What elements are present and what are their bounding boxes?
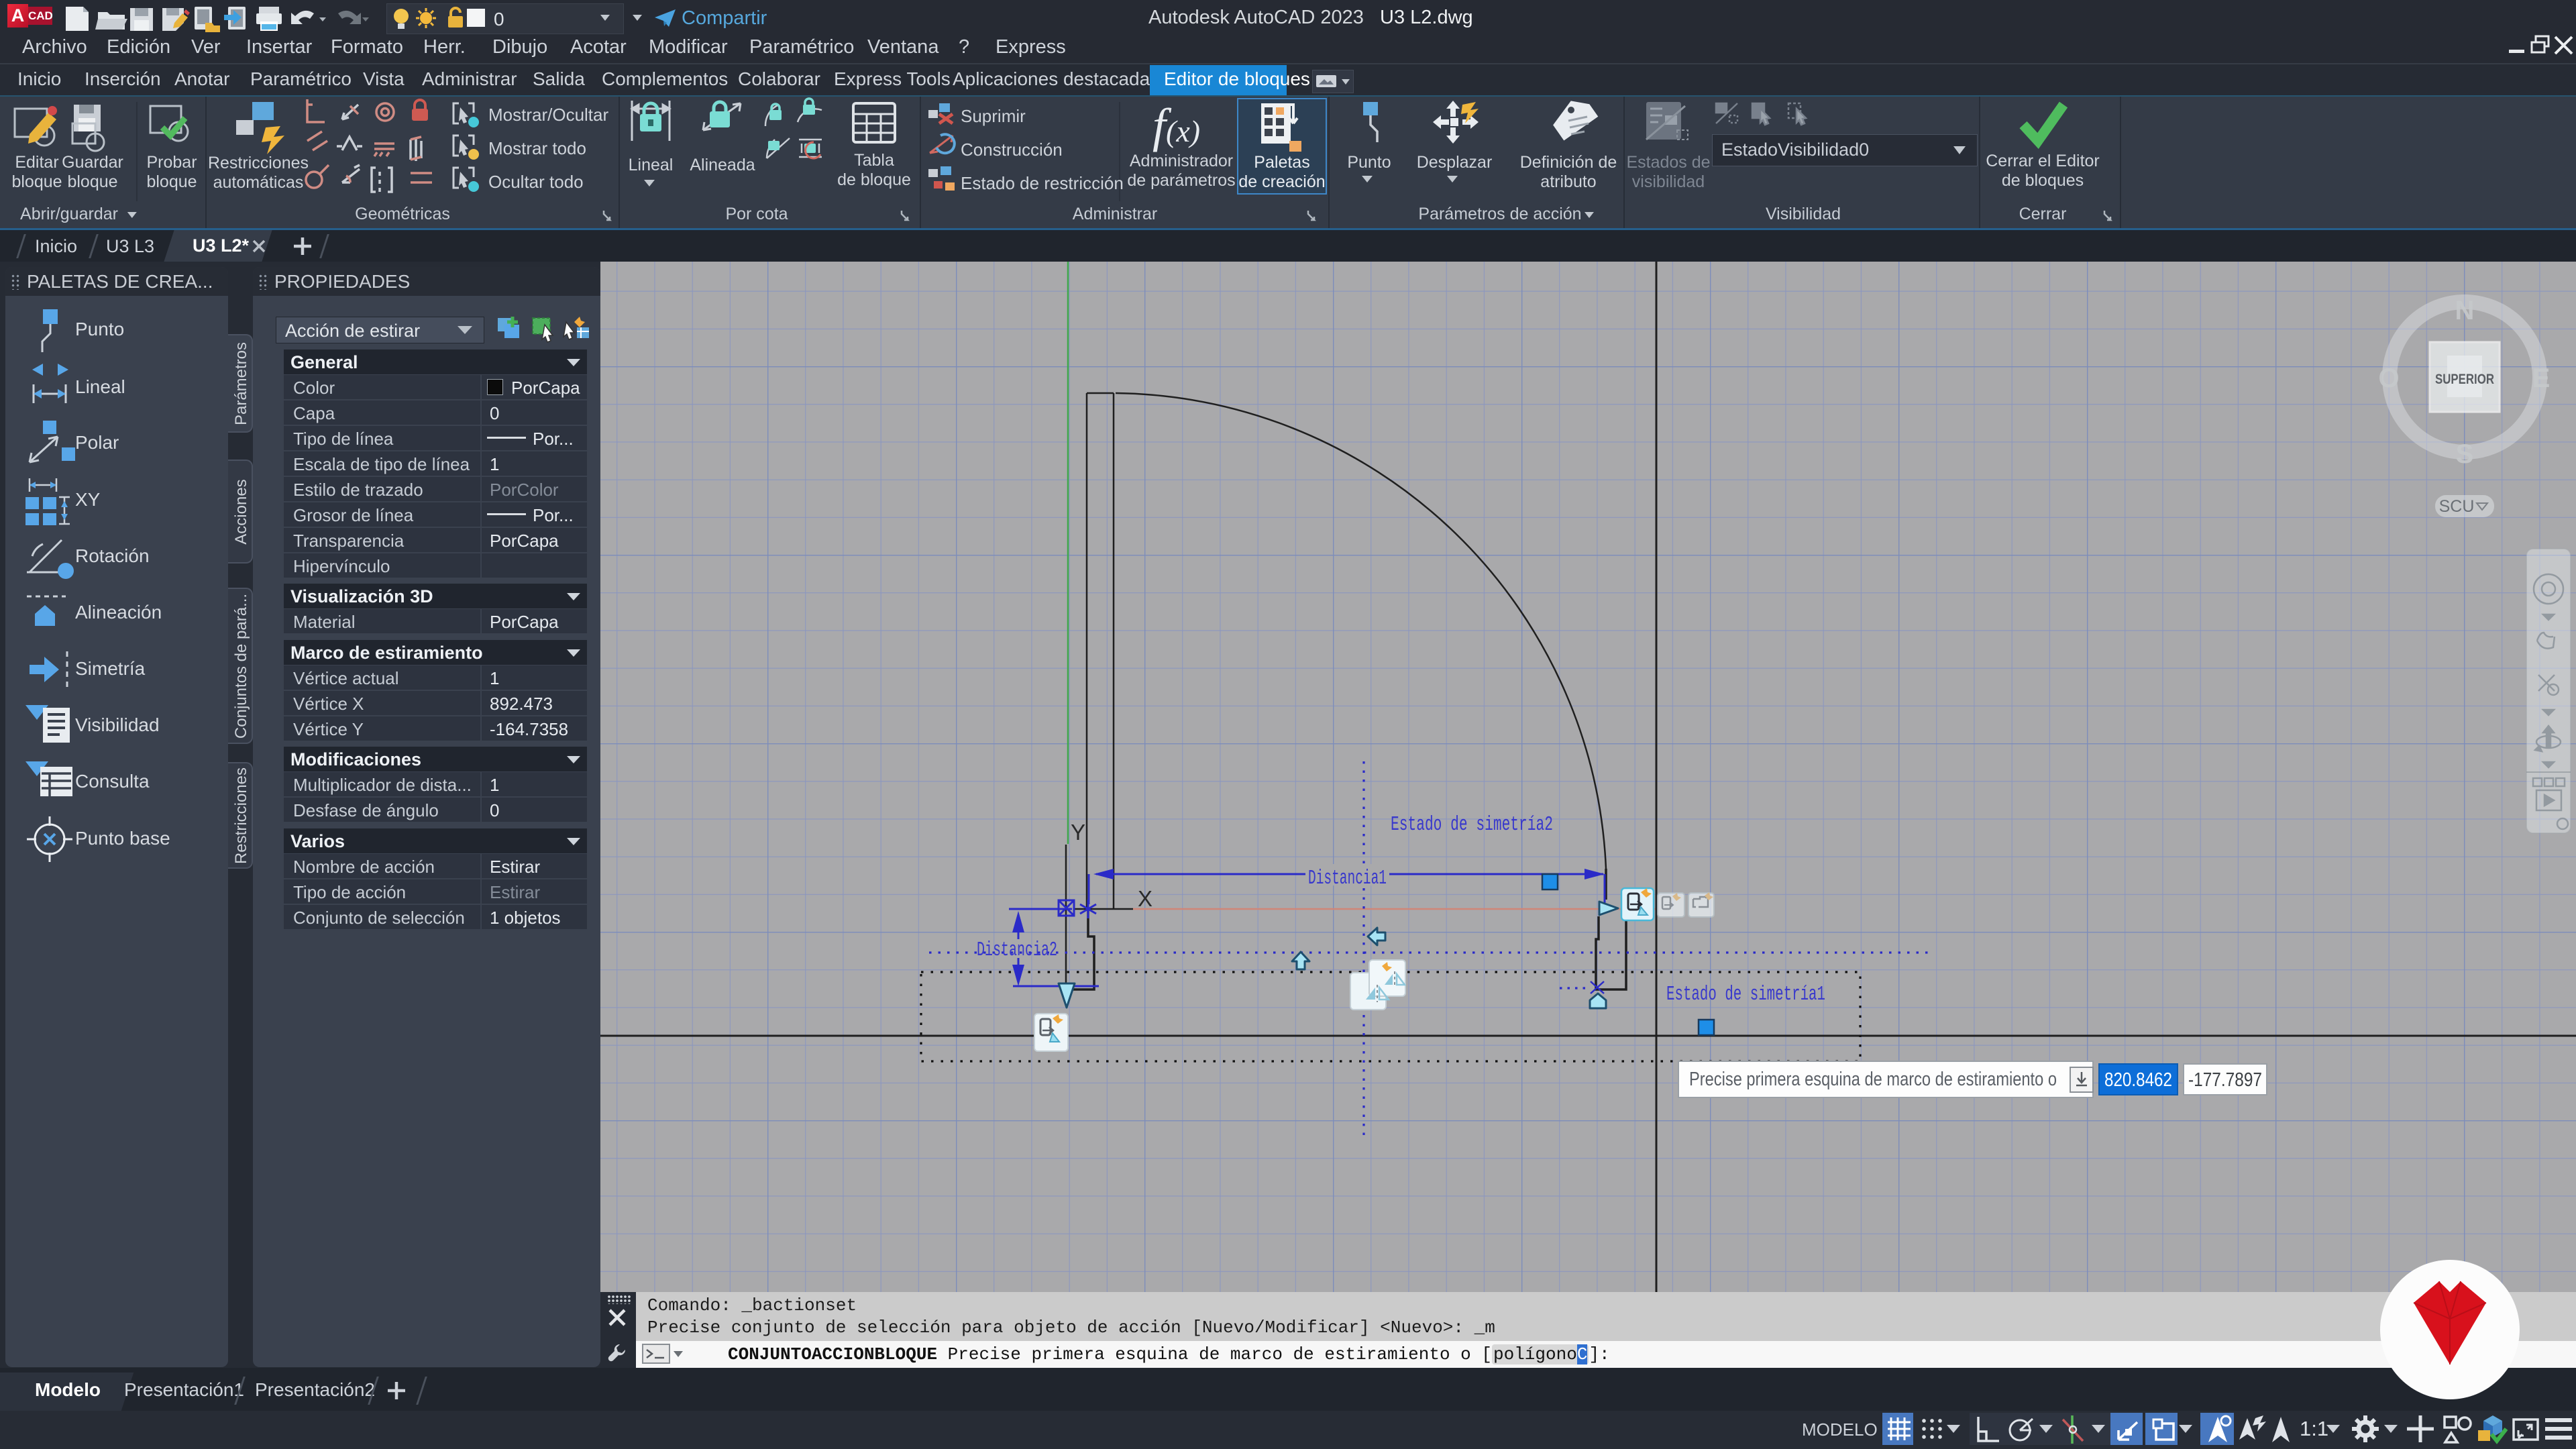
svg-text:O: O [2378,364,2399,393]
svg-text:Precise primera esquina de mar: Precise primera esquina de marco de esti… [1689,1069,2057,1090]
svg-text:Estado de simetría1: Estado de simetría1 [1666,983,1825,1006]
svg-text:Distancia1: Distancia1 [1308,867,1387,890]
svg-text:Distancia2: Distancia2 [977,938,1057,962]
svg-text:SCU: SCU [2439,497,2475,516]
svg-text:820.8462: 820.8462 [2104,1069,2172,1091]
svg-text:-177.7897: -177.7897 [2188,1069,2262,1091]
svg-text:E: E [2532,364,2551,393]
svg-text:SUPERIOR: SUPERIOR [2435,372,2494,387]
svg-text:S: S [2456,439,2474,469]
svg-text:X: X [1138,886,1152,911]
svg-text:N: N [2455,296,2475,325]
svg-text:Estado de simetría2: Estado de simetría2 [1391,813,1553,837]
svg-text:Y: Y [1071,820,1085,845]
